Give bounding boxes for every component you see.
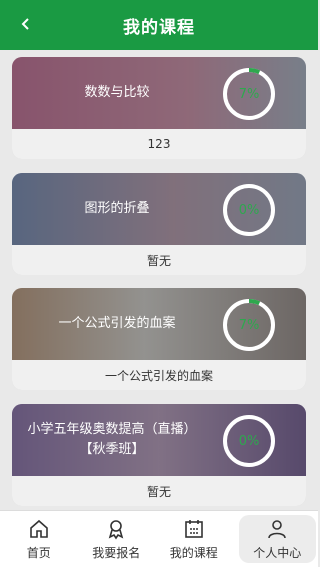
course-name: 图形的折叠 [84,201,150,216]
tab-profile[interactable]: 个人中心 [238,515,316,563]
user-icon [268,519,287,538]
progress-percent: 7% [238,86,260,102]
course-list[interactable]: 数数与比较 7% 123 图形的折叠 0% 暂无 一个公式引发的血案 7% 一个… [0,50,318,510]
course-card[interactable]: 小学五年级奥数提高（直播） 【秋季班】 0% 暂无 [12,404,306,506]
course-card[interactable]: 数数与比较 7% 123 [12,57,306,159]
tab-register[interactable]: 我要报名 [78,511,156,567]
bottom-tab-bar: 首页 我要报名 我的课程 个人中心 [0,510,318,567]
course-footer-text: 一个公式引发的血案 [12,360,306,390]
progress-ring: 0% [222,183,276,237]
course-footer-text: 暂无 [12,476,306,506]
award-icon [108,519,124,539]
tab-my-courses[interactable]: 我的课程 [155,511,233,567]
app-header: 我的课程 [0,0,318,50]
course-name: 一个公式引发的血案 [58,316,176,331]
chevron-left-icon [21,18,29,30]
progress-percent: 0% [238,433,260,449]
course-name: 小学五年级奥数提高（直播） 【秋季班】 [27,422,197,457]
page-title: 我的课程 [123,17,195,38]
back-button[interactable] [14,12,38,36]
tab-label: 首页 [26,545,51,560]
tab-home[interactable]: 首页 [0,511,78,567]
progress-ring: 7% [222,298,276,352]
progress-ring: 0% [222,414,276,468]
progress-percent: 7% [238,317,260,333]
course-name: 数数与比较 [84,85,150,100]
tab-label: 我要报名 [92,545,141,560]
tab-label: 个人中心 [253,545,302,560]
course-footer-text: 暂无 [12,245,306,275]
course-footer-text: 123 [12,129,306,159]
course-card[interactable]: 图形的折叠 0% 暂无 [12,173,306,275]
course-card[interactable]: 一个公式引发的血案 7% 一个公式引发的血案 [12,288,306,390]
progress-percent: 0% [238,202,260,218]
progress-ring: 7% [222,67,276,121]
calendar-icon [184,519,203,538]
tab-label: 我的课程 [169,545,218,560]
home-icon [29,519,48,538]
